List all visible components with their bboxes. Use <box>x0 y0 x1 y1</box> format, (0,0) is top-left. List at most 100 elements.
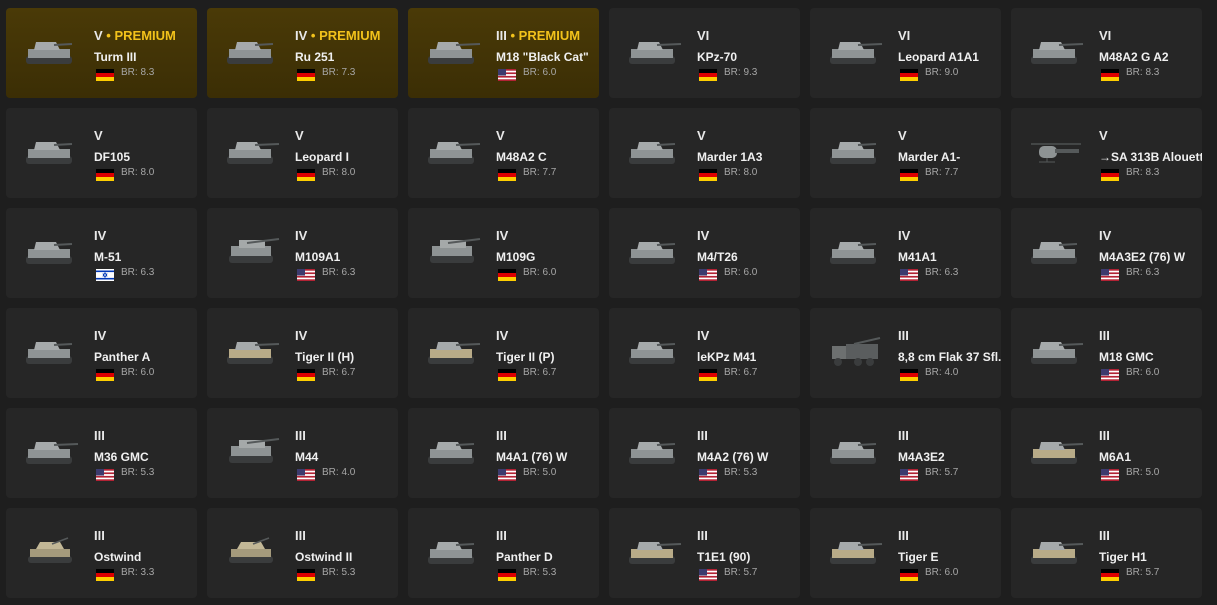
heavy-vehicle-icon <box>1025 434 1085 470</box>
vehicle-tier: III <box>898 428 909 443</box>
vehicle-card[interactable]: V Marder 1A3 BR: 8.0 <box>609 108 800 198</box>
israel-flag-icon <box>96 268 114 281</box>
medium-vehicle-icon <box>422 434 482 470</box>
vehicle-card[interactable]: VI Leopard A1A1 BR: 9.0 <box>810 8 1001 98</box>
vehicle-tier: V <box>496 128 505 143</box>
vehicle-name: M109G <box>496 250 536 264</box>
germany-flag-icon <box>1101 168 1119 181</box>
vehicle-card[interactable]: VI KPz-70 BR: 9.3 <box>609 8 800 98</box>
usa-flag-icon <box>900 268 918 281</box>
vehicle-card[interactable]: IV Tiger II (P) BR: 6.7 <box>408 308 599 398</box>
vehicle-card[interactable]: III Ostwind II BR: 5.3 <box>207 508 398 598</box>
vehicle-card[interactable]: VI M48A2 G A2 BR: 8.3 <box>1011 8 1202 98</box>
battle-rating: BR: 6.3 <box>322 267 356 278</box>
vehicle-card[interactable]: V →SA 313B Alouette BR: 8.3 <box>1011 108 1202 198</box>
vehicle-tier: IV <box>1099 228 1112 243</box>
vehicle-tier: III • PREMIUM <box>496 28 581 43</box>
vehicle-card[interactable]: III • PREMIUM M18 "Black Cat" BR: 6.0 <box>408 8 599 98</box>
vehicle-card[interactable]: III Ostwind BR: 3.3 <box>6 508 197 598</box>
battle-rating: BR: 6.0 <box>121 367 155 378</box>
vehicle-card[interactable]: III Tiger H1 BR: 5.7 <box>1011 508 1202 598</box>
premium-separator: • <box>510 28 516 43</box>
battle-rating: BR: 6.0 <box>523 67 557 78</box>
germany-flag-icon <box>900 568 918 581</box>
premium-label: PREMIUM <box>319 28 381 43</box>
battle-rating: BR: 4.0 <box>322 467 356 478</box>
premium-separator: • <box>106 28 111 43</box>
vehicle-tier: IV <box>697 228 710 243</box>
vehicle-name: M36 GMC <box>94 450 149 464</box>
vehicle-card[interactable]: III Tiger E BR: 6.0 <box>810 508 1001 598</box>
usa-flag-icon <box>498 68 516 81</box>
vehicle-card[interactable]: III 8,8 cm Flak 37 Sfl. BR: 4.0 <box>810 308 1001 398</box>
mbt-vehicle-icon <box>623 34 683 70</box>
vehicle-name: DF105 <box>94 150 131 164</box>
vehicle-card[interactable]: III M4A3E2 BR: 5.7 <box>810 408 1001 498</box>
heavy-vehicle-icon <box>1025 534 1085 570</box>
battle-rating: BR: 6.0 <box>1126 367 1160 378</box>
vehicle-card[interactable]: III M36 GMC BR: 5.3 <box>6 408 197 498</box>
vehicle-tier: III <box>1099 328 1110 343</box>
vehicle-name: M48A2 G A2 <box>1099 50 1169 64</box>
germany-flag-icon <box>96 368 114 381</box>
vehicle-card[interactable]: III M4A2 (76) W BR: 5.3 <box>609 408 800 498</box>
battle-rating: BR: 8.3 <box>1126 67 1160 78</box>
vehicle-tier: V <box>1099 128 1108 143</box>
vehicle-card[interactable]: V Leopard I BR: 8.0 <box>207 108 398 198</box>
vehicle-card[interactable]: IV • PREMIUM Ru 251 BR: 7.3 <box>207 8 398 98</box>
battle-rating: BR: 8.0 <box>121 167 155 178</box>
vehicle-card[interactable]: V M48A2 C BR: 7.7 <box>408 108 599 198</box>
spaa-vehicle-icon <box>20 534 80 570</box>
vehicle-card[interactable]: III M6A1 BR: 5.0 <box>1011 408 1202 498</box>
vehicle-tier: V <box>94 128 103 143</box>
vehicle-card[interactable]: IV M109G BR: 6.0 <box>408 208 599 298</box>
wheeled-vehicle-icon <box>20 34 80 70</box>
vehicle-card[interactable]: III M18 GMC BR: 6.0 <box>1011 308 1202 398</box>
battle-rating: BR: 5.3 <box>121 467 155 478</box>
vehicle-tier: V <box>898 128 907 143</box>
vehicle-card[interactable]: III T1E1 (90) BR: 5.7 <box>609 508 800 598</box>
mbt-vehicle-icon <box>1025 34 1085 70</box>
vehicle-card[interactable]: IV M4/T26 BR: 6.0 <box>609 208 800 298</box>
vehicle-name: Turm III <box>94 50 137 64</box>
vehicle-card[interactable]: IV M41A1 BR: 6.3 <box>810 208 1001 298</box>
light-vehicle-icon <box>221 34 281 70</box>
vehicle-name: →SA 313B Alouette <box>1099 150 1202 164</box>
vehicle-name: T1E1 (90) <box>697 550 751 564</box>
vehicle-card[interactable]: V DF105 BR: 8.0 <box>6 108 197 198</box>
td-vehicle-icon <box>1025 334 1085 370</box>
vehicle-card[interactable]: IV M109A1 BR: 6.3 <box>207 208 398 298</box>
spg-vehicle-icon <box>221 434 281 470</box>
vehicle-card[interactable]: III M44 BR: 4.0 <box>207 408 398 498</box>
vehicle-card[interactable]: V • PREMIUM Turm III BR: 8.3 <box>6 8 197 98</box>
battle-rating: BR: 6.3 <box>925 267 959 278</box>
vehicle-card[interactable]: III M4A1 (76) W BR: 5.0 <box>408 408 599 498</box>
td-vehicle-icon <box>422 34 482 70</box>
usa-flag-icon <box>1101 468 1119 481</box>
vehicle-name: Ostwind <box>94 550 142 564</box>
vehicle-name: M41A1 <box>898 250 937 264</box>
vehicle-card[interactable]: IV Tiger II (H) BR: 6.7 <box>207 308 398 398</box>
battle-rating: BR: 5.3 <box>724 467 758 478</box>
battle-rating: BR: 5.0 <box>1126 467 1160 478</box>
vehicle-card[interactable]: III Panther D BR: 5.3 <box>408 508 599 598</box>
vehicle-card[interactable]: IV M4A3E2 (76) W BR: 6.3 <box>1011 208 1202 298</box>
usa-flag-icon <box>498 468 516 481</box>
vehicle-card[interactable]: IV Panther A BR: 6.0 <box>6 308 197 398</box>
vehicle-card[interactable]: IV M-51 BR: 6.3 <box>6 208 197 298</box>
vehicle-name: M48A2 C <box>496 150 547 164</box>
heavy-vehicle-icon <box>422 334 482 370</box>
battle-rating: BR: 7.7 <box>925 167 959 178</box>
vehicle-name: Marder A1- <box>898 150 961 164</box>
usa-flag-icon <box>699 568 717 581</box>
battle-rating: BR: 8.3 <box>121 67 155 78</box>
ifv-vehicle-icon <box>623 134 683 170</box>
vehicle-name: Ostwind II <box>295 550 353 564</box>
vehicle-name: M4/T26 <box>697 250 738 264</box>
vehicle-name: 8,8 cm Flak 37 Sfl. <box>898 350 1001 364</box>
vehicle-name: Tiger E <box>898 550 939 564</box>
spg-vehicle-icon <box>422 234 482 270</box>
vehicle-card[interactable]: V Marder A1- BR: 7.7 <box>810 108 1001 198</box>
vehicle-card[interactable]: IV leKPz M41 BR: 6.7 <box>609 308 800 398</box>
battle-rating: BR: 7.3 <box>322 67 356 78</box>
